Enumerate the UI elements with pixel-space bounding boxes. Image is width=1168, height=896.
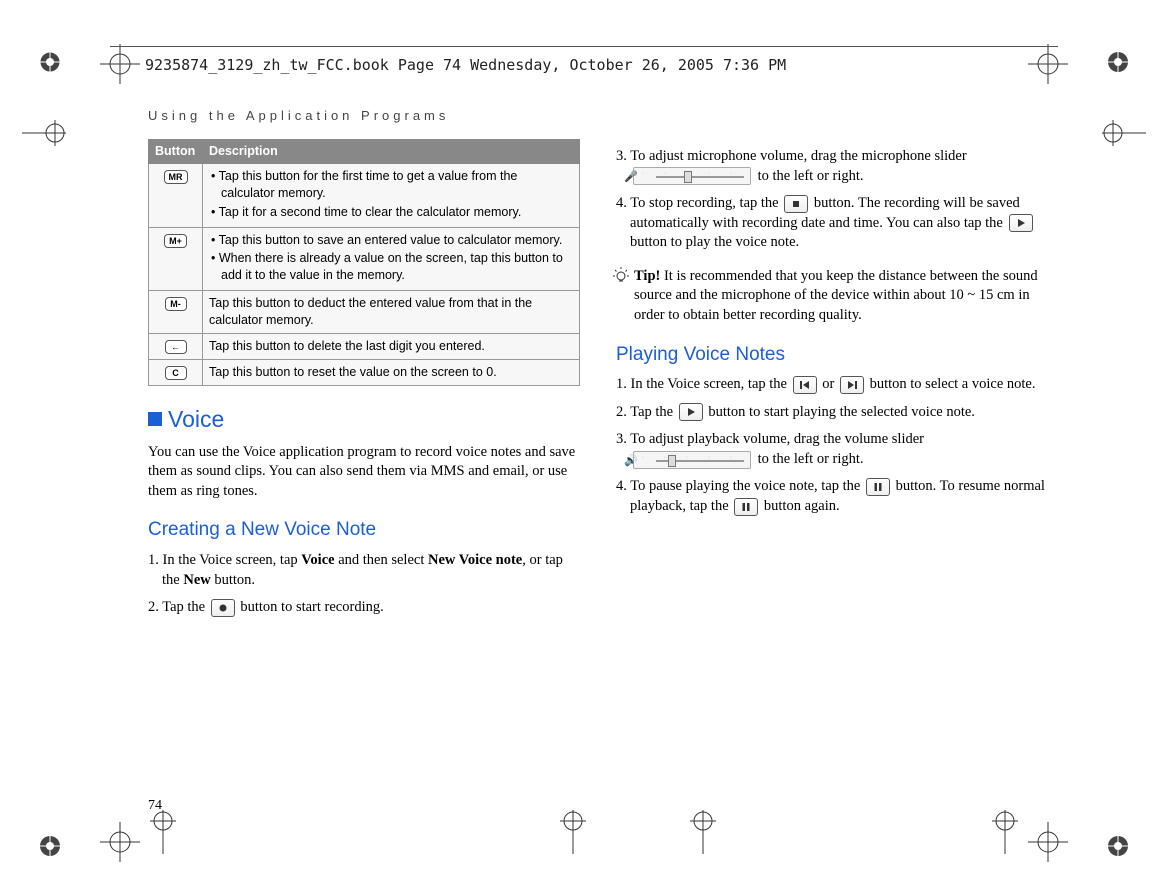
table-row: M+ • Tap this button to save an entered … — [149, 227, 580, 291]
subheading-creating: Creating a New Voice Note — [148, 517, 580, 543]
table-row: ← Tap this button to delete the last dig… — [149, 333, 580, 359]
crop-mark-icon — [1028, 822, 1068, 862]
pause-button-icon — [866, 478, 890, 496]
table-row: M- Tap this button to deduct the entered… — [149, 291, 580, 334]
bullet-text: • Tap this button for the first time to … — [209, 168, 573, 202]
microphone-slider-icon: 🎤 ····· — [633, 167, 751, 185]
table-header-button: Button — [149, 140, 203, 164]
tip-text: It is recommended that you keep the dist… — [634, 268, 1038, 323]
subheading-playing: Playing Voice Notes — [616, 342, 1048, 368]
running-head: Using the Application Programs — [148, 108, 1048, 123]
clear-button-icon: C — [165, 366, 187, 380]
imprint-line: 9235874_3129_zh_tw_FCC.book Page 74 Wedn… — [145, 56, 786, 74]
step-1: 1. In the Voice screen, tap Voice and th… — [148, 551, 580, 590]
table-row: C Tap this button to reset the value on … — [149, 359, 580, 385]
bullet-text: • Tap it for a second time to clear the … — [209, 204, 573, 221]
crop-mark-icon — [992, 810, 1018, 854]
crop-mark-icon — [690, 810, 716, 854]
crop-mark-icon — [1102, 120, 1146, 146]
registration-mark-icon — [1104, 48, 1132, 76]
stop-button-icon — [784, 195, 808, 213]
play-button-icon — [679, 403, 703, 421]
registration-mark-icon — [1104, 832, 1132, 860]
mr-button-icon: MR — [164, 170, 188, 184]
bullet-text: • Tap this button to save an entered val… — [209, 232, 573, 249]
play-step-1: 1. In the Voice screen, tap the or butto… — [616, 375, 1048, 395]
crop-mark-icon — [100, 822, 140, 862]
play-button-icon — [1009, 214, 1033, 232]
pause-button-icon — [734, 498, 758, 516]
crop-mark-icon — [100, 44, 140, 84]
step-2: 2. Tap the button to start recording. — [148, 598, 580, 618]
next-track-button-icon — [840, 376, 864, 394]
crop-mark-icon — [560, 810, 586, 854]
lightbulb-tip-icon — [612, 266, 630, 284]
calculator-buttons-table: Button Description MR • Tap this button … — [148, 139, 580, 386]
cell-text: Tap this button to deduct the entered va… — [203, 291, 580, 334]
volume-slider-icon: 🔊 ····· — [633, 451, 751, 469]
section-heading-voice: Voice — [148, 404, 580, 435]
table-header-description: Description — [203, 140, 580, 164]
tip-block: Tip! It is recommended that you keep the… — [634, 267, 1048, 326]
registration-mark-icon — [36, 48, 64, 76]
tip-label: Tip! — [634, 268, 660, 284]
play-step-3: 3. To adjust playback volume, drag the v… — [616, 430, 1048, 469]
crop-mark-icon — [150, 810, 176, 854]
previous-track-button-icon — [793, 376, 817, 394]
table-row: MR • Tap this button for the first time … — [149, 163, 580, 227]
step-3: 3. To adjust microphone volume, drag the… — [616, 147, 1048, 186]
cell-text: Tap this button to delete the last digit… — [203, 333, 580, 359]
mminus-button-icon: M- — [165, 297, 187, 311]
page-number: 74 — [148, 798, 162, 814]
play-step-2: 2. Tap the button to start playing the s… — [616, 403, 1048, 423]
header-rule — [110, 46, 1058, 47]
backspace-button-icon: ← — [165, 340, 187, 354]
crop-mark-icon — [22, 120, 66, 146]
crop-mark-icon — [1028, 44, 1068, 84]
right-column: 3. To adjust microphone volume, drag the… — [616, 139, 1048, 626]
registration-mark-icon — [36, 832, 64, 860]
record-button-icon — [211, 599, 235, 617]
left-column: Button Description MR • Tap this button … — [148, 139, 580, 626]
mplus-button-icon: M+ — [164, 234, 187, 248]
square-bullet-icon — [148, 412, 162, 426]
play-step-4: 4. To pause playing the voice note, tap … — [616, 477, 1048, 516]
voice-intro-paragraph: You can use the Voice application progra… — [148, 443, 580, 502]
content-area: Using the Application Programs Button De… — [148, 108, 1048, 816]
cell-text: Tap this button to reset the value on th… — [203, 359, 580, 385]
bullet-text: • When there is already a value on the s… — [209, 250, 573, 284]
step-4: 4. To stop recording, tap the button. Th… — [616, 194, 1048, 253]
page: 9235874_3129_zh_tw_FCC.book Page 74 Wedn… — [0, 0, 1168, 896]
